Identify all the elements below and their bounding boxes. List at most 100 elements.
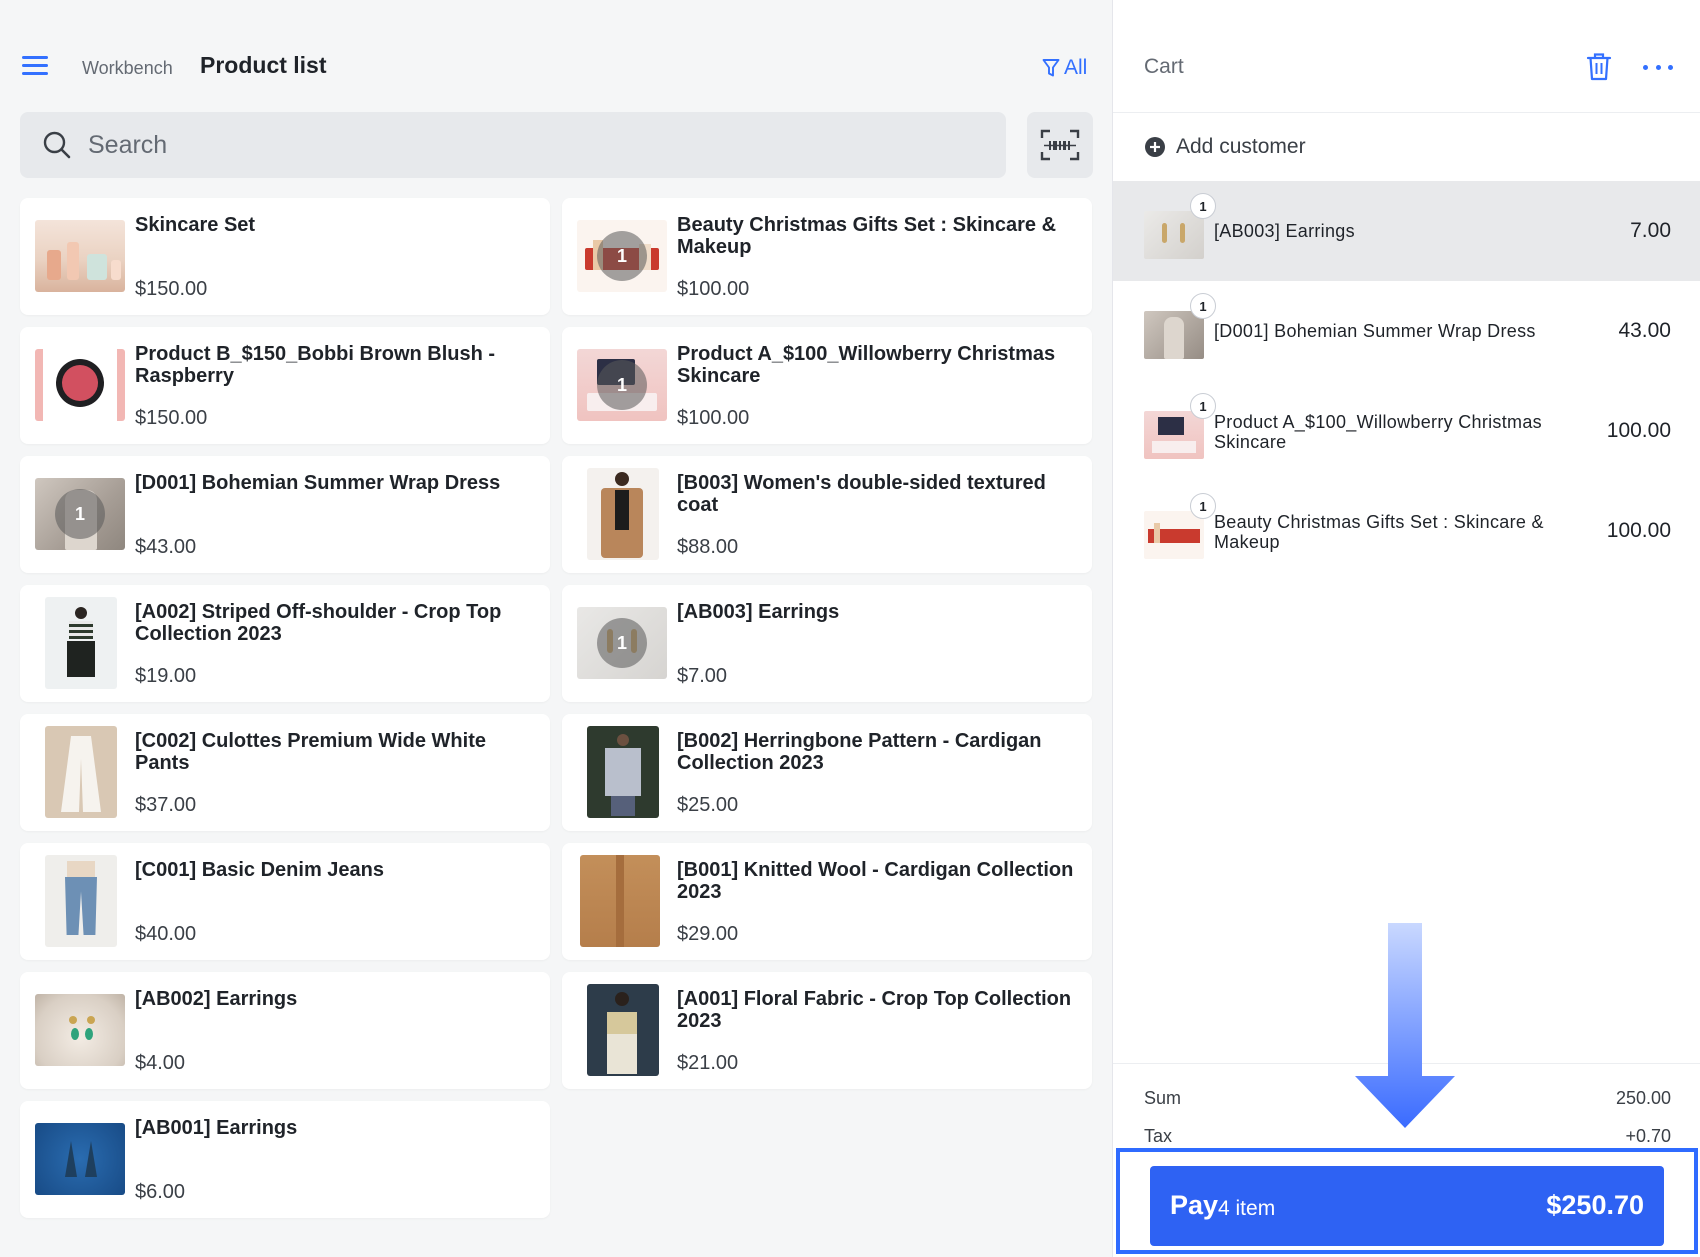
product-price: $25.00: [677, 794, 739, 816]
product-price: $100.00: [677, 407, 750, 429]
product-image: [45, 597, 117, 689]
product-price: $150.00: [135, 407, 208, 429]
sum-value: 250.00: [1615, 1088, 1671, 1108]
product-price: $40.00: [135, 923, 197, 945]
cart-item-name: [D001] Bohemian Summer Wrap Dress: [1214, 321, 1536, 341]
cart-item-price: 7.00: [1630, 219, 1671, 242]
barcode-scan-icon: [1040, 129, 1080, 161]
product-name: [A002] Striped Off-shoulder - Crop Top C…: [135, 601, 502, 645]
product-card-herringbone-cardigan[interactable]: [B002] Herringbone Pattern - Cardigan Co…: [562, 714, 1092, 831]
page-title: Product list: [200, 52, 327, 78]
product-name: [C002] Culottes Premium Wide White Pants: [135, 730, 486, 774]
product-image: [35, 994, 125, 1066]
product-card-striped-crop-top[interactable]: [A002] Striped Off-shoulder - Crop Top C…: [20, 585, 550, 702]
trash-icon: [1586, 53, 1612, 81]
sum-label: Sum: [1144, 1088, 1182, 1108]
product-price: $7.00: [677, 665, 728, 687]
product-image: [587, 468, 659, 560]
cart-item-qty-badge: 1: [1190, 393, 1216, 419]
funnel-icon: [1042, 59, 1060, 77]
product-card-double-sided-coat[interactable]: [B003] Women's double-sided textured coa…: [562, 456, 1092, 573]
product-image: [587, 984, 659, 1076]
pay-button[interactable]: Pay 4 item $250.70: [1150, 1166, 1664, 1246]
cart-item-beauty-christmas-gifts[interactable]: 1 Beauty Christmas Gifts Set : Skincare …: [1113, 481, 1700, 581]
product-grid: Skincare Set $150.00 1 Beauty Christmas …: [20, 198, 1094, 1218]
cart-item-bohemian-wrap-dress[interactable]: 1 [D001] Bohemian Summer Wrap Dress 43.0…: [1113, 281, 1700, 381]
product-image: [45, 855, 117, 947]
cart-item-image: [1144, 311, 1204, 359]
product-image: 1: [577, 607, 667, 679]
hamburger-menu-icon[interactable]: [22, 56, 48, 76]
filter-button[interactable]: All: [1042, 54, 1087, 82]
product-name: Beauty Christmas Gifts Set : Skincare & …: [677, 214, 1057, 258]
pay-highlight-frame: Pay 4 item $250.70: [1116, 1148, 1698, 1254]
product-image: [587, 726, 659, 818]
cart-item-image: [1144, 411, 1204, 459]
product-qty-overlay: 1: [55, 489, 105, 539]
product-price: $150.00: [135, 278, 208, 300]
product-name: [AB001] Earrings: [135, 1117, 298, 1139]
product-price: $19.00: [135, 665, 197, 687]
tax-row: Tax +0.70: [1144, 1126, 1671, 1147]
product-name: [AB003] Earrings: [677, 601, 840, 623]
product-card-culottes-wide-pants[interactable]: [C002] Culottes Premium Wide White Pants…: [20, 714, 550, 831]
product-image: [580, 855, 660, 947]
cart-item-willowberry-skincare[interactable]: 1 Product A_$100_Willowberry Christmas S…: [1113, 381, 1700, 481]
product-image: 1: [35, 478, 125, 550]
product-qty-overlay: 1: [597, 360, 647, 410]
tax-label: Tax: [1144, 1126, 1173, 1146]
product-image: [45, 726, 117, 818]
product-image: [35, 220, 125, 292]
product-card-ab002-earrings[interactable]: [AB002] Earrings $4.00: [20, 972, 550, 1089]
cart-item-image: [1144, 211, 1204, 259]
search-input[interactable]: [88, 130, 968, 160]
search-icon: [43, 131, 71, 159]
product-price: $29.00: [677, 923, 739, 945]
product-name: Skincare Set: [135, 214, 256, 236]
cart-item-qty-badge: 1: [1190, 193, 1216, 219]
search-bar[interactable]: [20, 112, 1006, 178]
product-price: $21.00: [677, 1052, 739, 1074]
top-bar: Workbench Product list All: [0, 0, 1112, 105]
product-card-floral-crop-top[interactable]: [A001] Floral Fabric - Crop Top Collecti…: [562, 972, 1092, 1089]
clear-cart-button[interactable]: [1585, 52, 1613, 82]
cart-title: Cart: [1144, 55, 1184, 78]
product-price: $6.00: [135, 1181, 186, 1203]
product-price: $88.00: [677, 536, 739, 558]
product-card-ab001-earrings[interactable]: [AB001] Earrings $6.00: [20, 1101, 550, 1218]
product-image: [35, 1123, 125, 1195]
product-card-skincare-set[interactable]: Skincare Set $150.00: [20, 198, 550, 315]
product-card-knitted-wool-cardigan[interactable]: [B001] Knitted Wool - Cardigan Collectio…: [562, 843, 1092, 960]
cart-item-price: 100.00: [1606, 519, 1671, 542]
product-name: [A001] Floral Fabric - Crop Top Collecti…: [677, 988, 1072, 1032]
product-name: [D001] Bohemian Summer Wrap Dress: [135, 472, 501, 494]
product-image: [35, 349, 125, 421]
product-card-beauty-christmas-gifts[interactable]: 1 Beauty Christmas Gifts Set : Skincare …: [562, 198, 1092, 315]
product-card-willowberry-skincare[interactable]: 1 Product A_$100_Willowberry Christmas S…: [562, 327, 1092, 444]
product-name: [B003] Women's double-sided textured coa…: [677, 472, 1046, 516]
product-list-pane: Workbench Product list All Search Skinca…: [0, 0, 1112, 1257]
more-dots-icon[interactable]: [1643, 60, 1673, 74]
product-price: $4.00: [135, 1052, 186, 1074]
product-card-bobbi-brown-blush[interactable]: Product B_$150_Bobbi Brown Blush - Raspb…: [20, 327, 550, 444]
cart-item-price: 100.00: [1606, 419, 1671, 442]
down-arrow-annotation: [1355, 923, 1455, 1128]
cart-item-image: [1144, 511, 1204, 559]
cart-item-ab003-earrings[interactable]: 1 [AB003] Earrings 7.00: [1113, 181, 1700, 281]
add-customer-button[interactable]: Add customer: [1144, 132, 1306, 162]
cart-item-name: [AB003] Earrings: [1214, 221, 1355, 241]
product-card-ab003-earrings[interactable]: 1 [AB003] Earrings $7.00: [562, 585, 1092, 702]
cart-item-price: 43.00: [1618, 319, 1671, 342]
product-card-bohemian-wrap-dress[interactable]: 1 [D001] Bohemian Summer Wrap Dress $43.…: [20, 456, 550, 573]
filter-label: All: [1064, 56, 1088, 79]
barcode-scan-button[interactable]: [1027, 112, 1093, 178]
breadcrumb[interactable]: Workbench: [82, 58, 173, 79]
product-price: $37.00: [135, 794, 197, 816]
cart-item-qty-badge: 1: [1190, 293, 1216, 319]
product-card-basic-denim-jeans[interactable]: [C001] Basic Denim Jeans $40.00: [20, 843, 550, 960]
add-customer-label: Add customer: [1176, 135, 1306, 158]
product-name: Product B_$150_Bobbi Brown Blush - Raspb…: [135, 343, 496, 387]
product-name: [B001] Knitted Wool - Cardigan Collectio…: [677, 859, 1074, 903]
product-price: $100.00: [677, 278, 750, 300]
pay-total: $250.70: [1546, 1190, 1644, 1220]
